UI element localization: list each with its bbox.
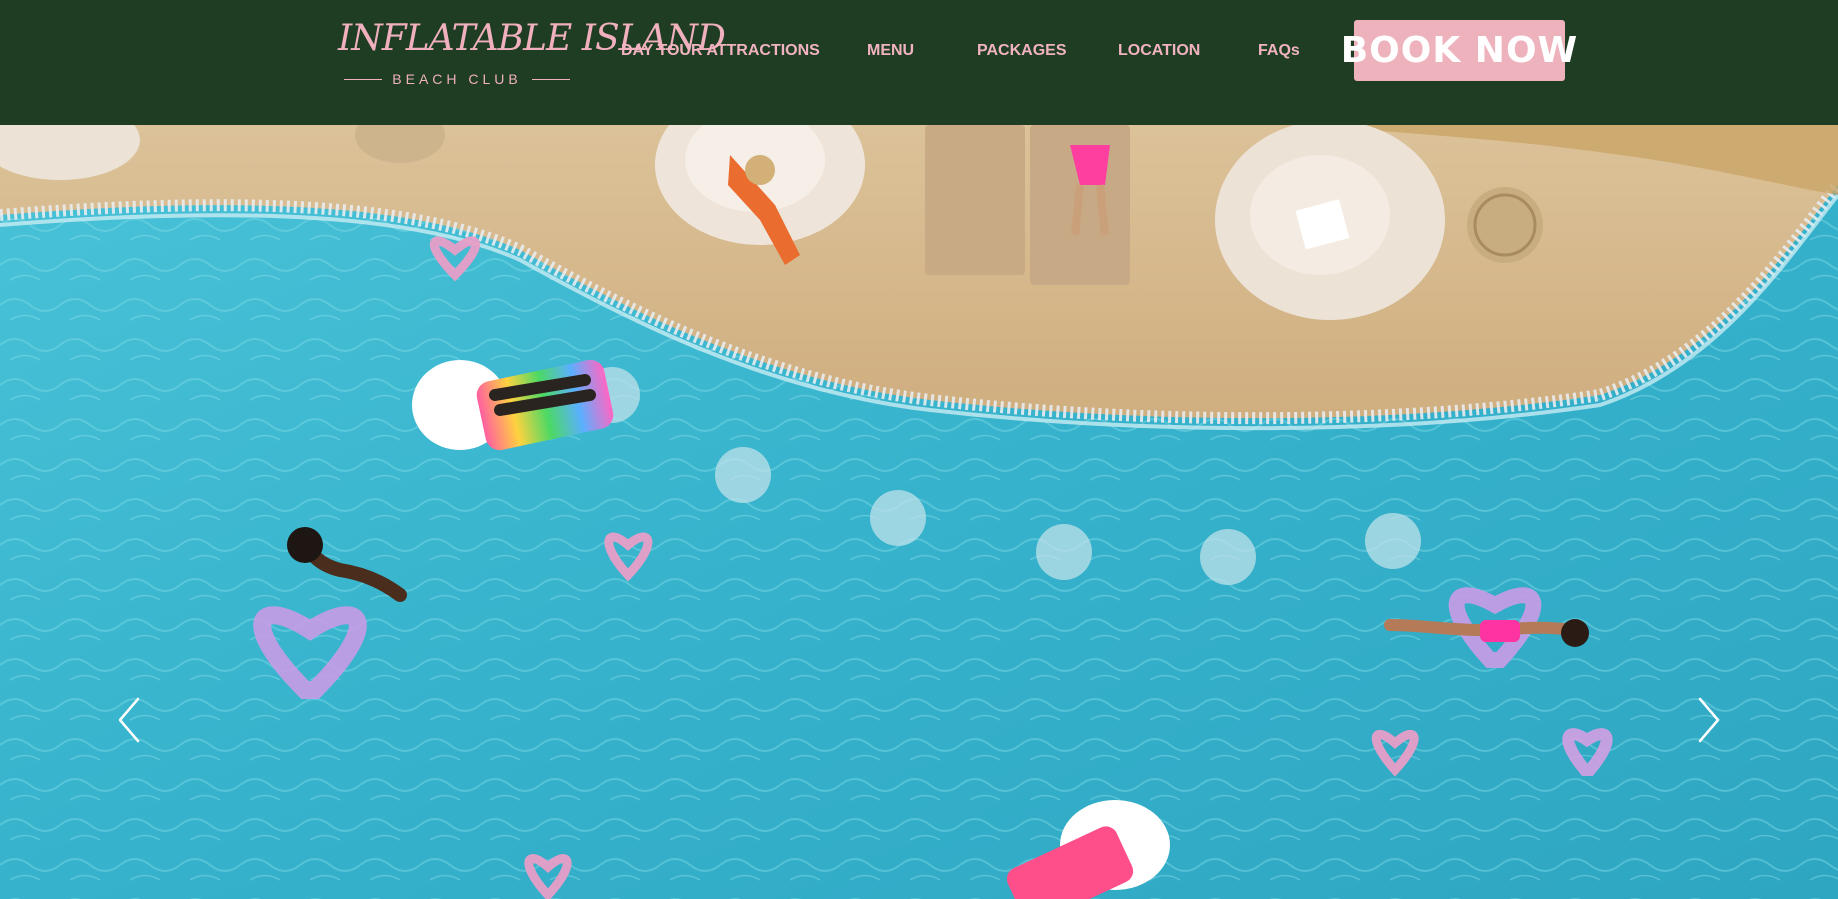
nav-faqs[interactable]: FAQs <box>1258 42 1300 60</box>
brand-subtitle-row: BEACH CLUB <box>338 68 576 90</box>
logo-divider-right <box>531 78 570 80</box>
brand-subtitle: BEACH CLUB <box>392 71 522 87</box>
slideshow-next-button[interactable] <box>1688 695 1728 745</box>
slideshow-prev-button[interactable] <box>110 695 150 745</box>
chevron-left-icon <box>118 697 140 743</box>
book-now-button[interactable]: BOOK NOW <box>1341 20 1577 81</box>
nav-packages[interactable]: PACKAGES <box>977 42 1067 60</box>
nav-day-tour-attractions[interactable]: DAY TOUR ATTRACTIONS <box>621 42 820 60</box>
nav-menu[interactable]: MENU <box>867 42 914 60</box>
chevron-right-icon <box>1698 697 1720 743</box>
site-header: INFLATABLE ISLAND BEACH CLUB DAY TOUR AT… <box>0 0 1838 125</box>
brand-name: INFLATABLE ISLAND <box>338 18 726 59</box>
brand-logo[interactable]: INFLATABLE ISLAND BEACH CLUB <box>338 18 726 90</box>
book-now-label: BOOK NOW <box>1340 30 1579 71</box>
hero-pool-image <box>0 125 1838 899</box>
logo-divider-left <box>344 78 383 80</box>
nav-location[interactable]: LOCATION <box>1118 42 1200 60</box>
hero-slideshow <box>0 125 1838 899</box>
